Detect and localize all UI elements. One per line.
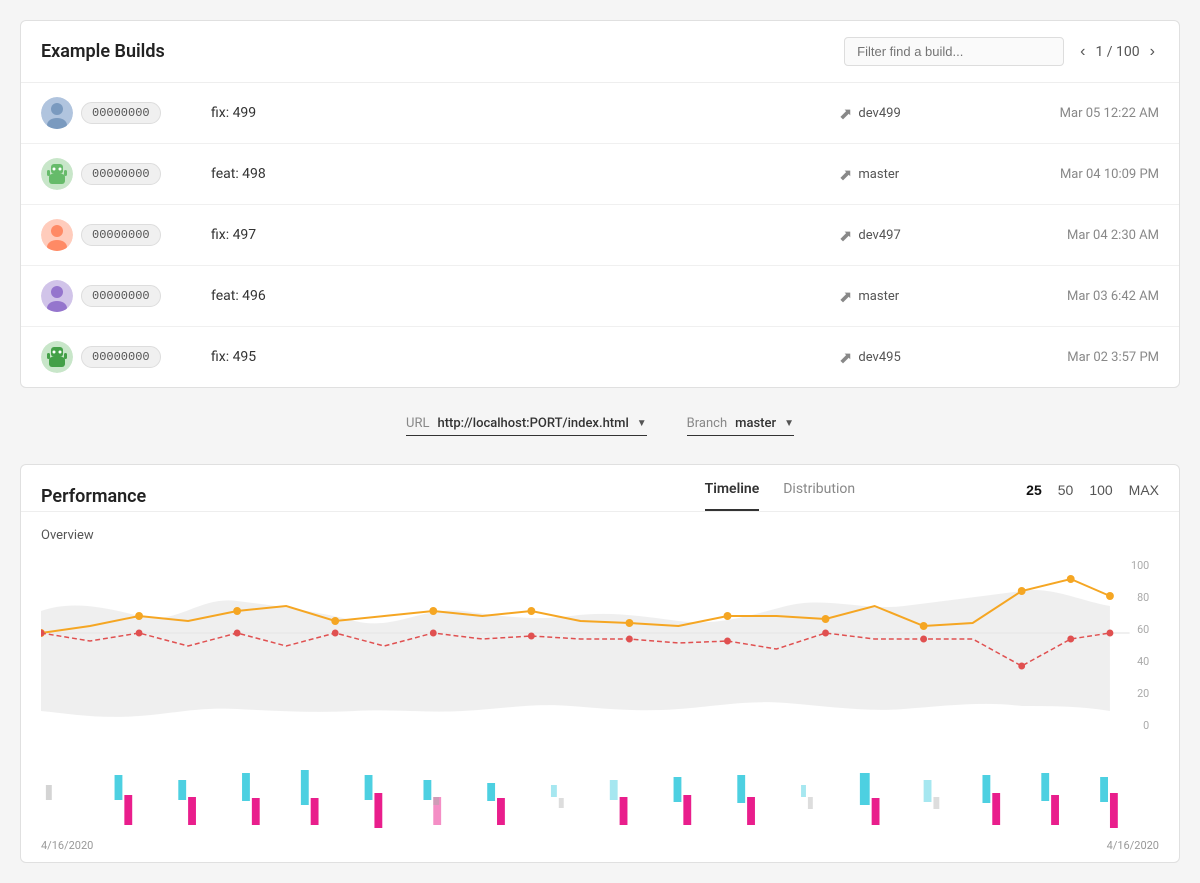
build-message: feat: 496: [211, 288, 839, 304]
branch-icon: ⬈: [839, 165, 852, 184]
build-date: Mar 04 10:09 PM: [999, 167, 1159, 182]
builds-list: 00000000 fix: 499 ⬈ dev499 Mar 05 12:22 …: [21, 83, 1179, 387]
table-row[interactable]: 00000000 feat: 498 ⬈ master Mar 04 10:09…: [21, 144, 1179, 205]
svg-text:40: 40: [1137, 655, 1149, 668]
avatar: [41, 219, 73, 251]
chart-dates: 4/16/2020 4/16/2020: [41, 835, 1159, 852]
builds-card: Example Builds ‹ 1 / 100 ›: [20, 20, 1180, 388]
build-badge: 00000000: [41, 341, 211, 373]
build-branch: ⬈ dev499: [839, 104, 999, 123]
build-id: 00000000: [81, 224, 161, 246]
build-id: 00000000: [81, 163, 161, 185]
build-message: feat: 498: [211, 166, 839, 182]
perf-range-buttons: 25 50 100 MAX: [1026, 482, 1159, 510]
tab-timeline[interactable]: Timeline: [705, 481, 760, 511]
branch-label: Branch: [687, 416, 727, 431]
build-badge: 00000000: [41, 97, 211, 129]
table-row[interactable]: 00000000 feat: 496 ⬈ master Mar 03 6:42 …: [21, 266, 1179, 327]
build-branch: ⬈ dev495: [839, 348, 999, 367]
branch-selector[interactable]: Branch master ▼: [687, 416, 794, 436]
svg-text:100: 100: [1131, 559, 1149, 572]
performance-card: Performance Timeline Distribution 25 50 …: [20, 464, 1180, 863]
filter-input[interactable]: [844, 37, 1064, 66]
table-row[interactable]: 00000000 fix: 497 ⬈ dev497 Mar 04 2:30 A…: [21, 205, 1179, 266]
branch-name: master: [858, 289, 899, 304]
avatar: [41, 158, 73, 190]
pagination-display: 1 / 100: [1095, 44, 1139, 60]
performance-header: Performance Timeline Distribution 25 50 …: [21, 465, 1179, 512]
avatar: [41, 97, 73, 129]
svg-text:20: 20: [1137, 687, 1149, 700]
svg-text:0: 0: [1143, 719, 1149, 732]
build-date: Mar 02 3:57 PM: [999, 350, 1159, 365]
table-row[interactable]: 00000000 fix: 495 ⬈ dev495 Mar 02 3:57 P…: [21, 327, 1179, 387]
range-100-button[interactable]: 100: [1089, 482, 1112, 498]
perf-tabs: Timeline Distribution: [534, 481, 1027, 511]
builds-title: Example Builds: [41, 41, 165, 62]
range-max-button[interactable]: MAX: [1129, 482, 1159, 498]
branch-name: dev497: [858, 228, 900, 243]
build-date: Mar 04 2:30 AM: [999, 228, 1159, 243]
build-branch: ⬈ dev497: [839, 226, 999, 245]
build-message: fix: 495: [211, 349, 839, 365]
build-branch: ⬈ master: [839, 287, 999, 306]
table-row[interactable]: 00000000 fix: 499 ⬈ dev499 Mar 05 12:22 …: [21, 83, 1179, 144]
build-badge: 00000000: [41, 219, 211, 251]
pagination-next-button[interactable]: ›: [1146, 42, 1159, 62]
tab-distribution[interactable]: Distribution: [783, 481, 855, 511]
branch-dropdown-icon: ▼: [784, 418, 794, 429]
performance-title: Performance: [41, 486, 534, 507]
svg-text:60: 60: [1137, 623, 1149, 636]
branch-icon: ⬈: [839, 287, 852, 306]
url-label: URL: [406, 416, 429, 431]
branch-name: master: [858, 167, 899, 182]
chart-date-end: 4/16/2020: [1107, 839, 1159, 852]
range-50-button[interactable]: 50: [1058, 482, 1074, 498]
build-badge: 00000000: [41, 158, 211, 190]
chart-date-start: 4/16/2020: [41, 839, 93, 852]
line-chart: 100 80 60 40 20 0: [41, 551, 1159, 751]
build-date: Mar 03 6:42 AM: [999, 289, 1159, 304]
build-id: 00000000: [81, 346, 161, 368]
branch-icon: ⬈: [839, 104, 852, 123]
url-value: http://localhost:PORT/index.html: [437, 416, 628, 431]
svg-text:80: 80: [1137, 591, 1149, 604]
selectors-row: URL http://localhost:PORT/index.html ▼ B…: [20, 408, 1180, 444]
bar-chart: [41, 755, 1159, 835]
branch-name: dev495: [858, 350, 900, 365]
range-25-button[interactable]: 25: [1026, 482, 1042, 498]
pagination: ‹ 1 / 100 ›: [1076, 42, 1159, 62]
url-dropdown-icon: ▼: [637, 418, 647, 429]
url-selector[interactable]: URL http://localhost:PORT/index.html ▼: [406, 416, 647, 436]
chart-area: Overview 100 80 60 40 20 0: [21, 512, 1179, 862]
avatar: [41, 280, 73, 312]
build-branch: ⬈ master: [839, 165, 999, 184]
branch-icon: ⬈: [839, 348, 852, 367]
build-id: 00000000: [81, 285, 161, 307]
build-message: fix: 499: [211, 105, 839, 121]
builds-header-right: ‹ 1 / 100 ›: [844, 37, 1159, 66]
build-badge: 00000000: [41, 280, 211, 312]
overview-label: Overview: [41, 528, 1159, 543]
builds-header: Example Builds ‹ 1 / 100 ›: [21, 21, 1179, 83]
branch-icon: ⬈: [839, 226, 852, 245]
build-message: fix: 497: [211, 227, 839, 243]
branch-name: dev499: [858, 106, 900, 121]
branch-value: master: [735, 416, 776, 431]
build-id: 00000000: [81, 102, 161, 124]
pagination-prev-button[interactable]: ‹: [1076, 42, 1089, 62]
build-date: Mar 05 12:22 AM: [999, 106, 1159, 121]
avatar: [41, 341, 73, 373]
